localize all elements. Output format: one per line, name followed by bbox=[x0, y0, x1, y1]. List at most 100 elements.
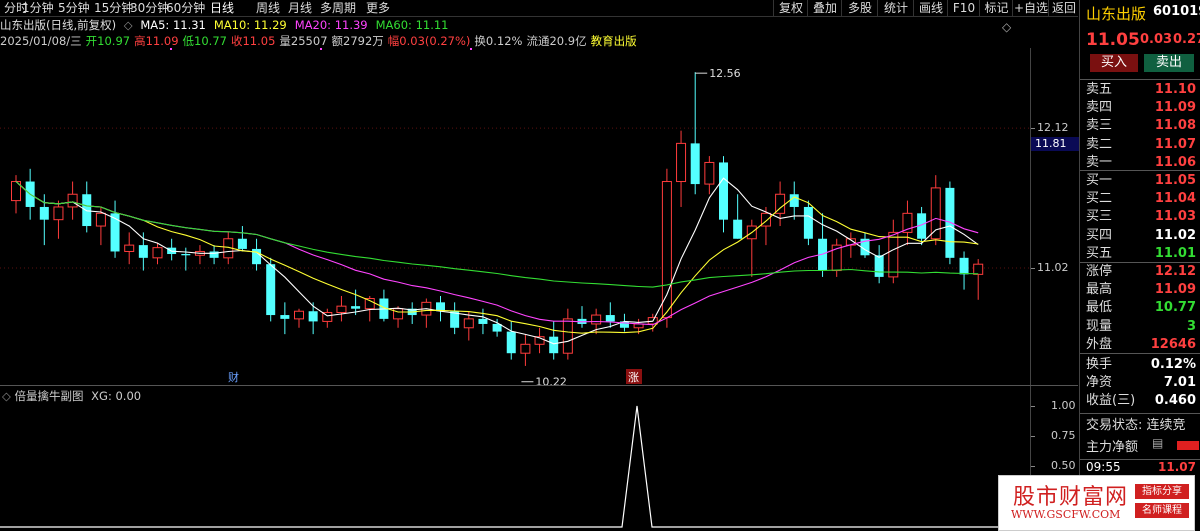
price-axis-label-0: 12.12 bbox=[1037, 121, 1069, 135]
stat-row-4: 外盘 12646 bbox=[1086, 335, 1198, 354]
period-10[interactable]: 更多 bbox=[366, 0, 390, 16]
price-change: 0.03 bbox=[1140, 32, 1173, 47]
candle-40 bbox=[577, 306, 587, 328]
sell-button[interactable]: 卖出 bbox=[1144, 54, 1194, 72]
toolbar-button-3[interactable]: 统计 bbox=[877, 0, 914, 16]
candle-10 bbox=[152, 242, 163, 265]
low-annotation: 10.22 bbox=[535, 376, 567, 385]
bar-info-1: 开10.97 bbox=[85, 34, 131, 48]
period-5[interactable]: 60分钟 bbox=[166, 0, 205, 16]
high-annotation: 12.56 bbox=[709, 67, 741, 80]
stat-row-0: 涨停 12.12 bbox=[1086, 262, 1198, 281]
candle-8 bbox=[124, 232, 135, 265]
candle-29 bbox=[421, 298, 432, 328]
fin-value-2: 0.460 bbox=[1154, 393, 1196, 409]
stat-value-4: 12646 bbox=[1150, 336, 1196, 352]
stat-label-1: 最高 bbox=[1086, 282, 1113, 298]
fin-label-0: 换手 bbox=[1086, 357, 1113, 372]
toolbar-button-8[interactable]: 返回 bbox=[1048, 0, 1079, 16]
bid-label-1: 买二 bbox=[1086, 191, 1113, 207]
period-6[interactable]: 日线 bbox=[210, 0, 234, 16]
period-2[interactable]: 5分钟 bbox=[58, 0, 90, 16]
current-price-tag: 11.81 bbox=[1031, 137, 1082, 151]
diamond-icon[interactable]: ◇ bbox=[1002, 20, 1011, 34]
marker-zhang: 涨 bbox=[628, 371, 639, 384]
stock-name: 山东出版 bbox=[1086, 5, 1147, 23]
list-icon[interactable]: ▤ bbox=[1152, 436, 1163, 450]
period-7[interactable]: 周线 bbox=[256, 0, 280, 16]
ask-row-0: 卖五 11.10 bbox=[1086, 80, 1198, 99]
trade-status: 交易状态: 连续竞 bbox=[1086, 418, 1186, 433]
candle-68 bbox=[973, 259, 984, 300]
candle-21 bbox=[308, 302, 318, 335]
indicator-chart[interactable] bbox=[0, 386, 1030, 531]
toolbar-button-1[interactable]: 叠加 bbox=[807, 0, 842, 16]
candle-2 bbox=[39, 194, 49, 246]
bid-row-0: 买一 11.05 bbox=[1086, 171, 1198, 190]
panel-separator-5 bbox=[1080, 459, 1200, 460]
period-1[interactable]: 1分钟 bbox=[22, 0, 54, 16]
period-9[interactable]: 多周期 bbox=[320, 0, 356, 16]
toolbar-button-5[interactable]: F10 bbox=[947, 0, 980, 16]
sub-axis-label-0: 1.00 bbox=[1051, 399, 1076, 412]
ask-label-3: 卖二 bbox=[1086, 136, 1113, 152]
period-3[interactable]: 15分钟 bbox=[94, 0, 133, 16]
candle-58 bbox=[831, 238, 842, 277]
bar-info-0: 2025/01/08/三 bbox=[0, 34, 82, 48]
buy-button[interactable]: 买入 bbox=[1090, 54, 1138, 72]
ask-row-1: 卖四 11.09 bbox=[1086, 98, 1198, 117]
toolbar-button-7[interactable]: +自选 bbox=[1012, 0, 1049, 16]
price-axis-label-1: 11.02 bbox=[1037, 261, 1069, 274]
candle-38 bbox=[549, 321, 559, 360]
candle-23 bbox=[336, 295, 347, 322]
ask-label-0: 卖五 bbox=[1086, 82, 1113, 97]
stat-label-4: 外盘 bbox=[1086, 336, 1113, 352]
ask-value-0: 11.10 bbox=[1154, 82, 1196, 97]
bar-info-8: 换0.12% bbox=[474, 34, 523, 48]
watermark-url: WWW.GSCFW.COM bbox=[1011, 508, 1121, 521]
fin-value-1: 7.01 bbox=[1163, 375, 1196, 391]
price-pct: 0.27% bbox=[1173, 32, 1200, 47]
kline-chart[interactable]: 12.56 10.22 财 涨 bbox=[0, 48, 1030, 385]
candle-5 bbox=[82, 181, 92, 233]
candle-48 bbox=[690, 72, 700, 195]
period-8[interactable]: 月线 bbox=[288, 0, 312, 16]
tick-price: 11.07 bbox=[1158, 460, 1196, 474]
xg-line bbox=[0, 405, 1030, 528]
bid-value-1: 11.04 bbox=[1154, 191, 1196, 207]
ma-label-0: MA5: 11.31 bbox=[140, 18, 206, 32]
candle-7 bbox=[110, 200, 120, 258]
watermark-tag1: 指标分享 bbox=[1135, 484, 1189, 499]
candle-3 bbox=[53, 200, 64, 239]
candle-53 bbox=[760, 206, 771, 246]
toolbar-button-0[interactable]: 复权 bbox=[773, 0, 808, 16]
bar-info-3: 低10.77 bbox=[182, 34, 227, 48]
candle-67 bbox=[959, 251, 969, 290]
stock-code: 601019 bbox=[1153, 4, 1200, 19]
candle-14 bbox=[209, 245, 219, 265]
bid-value-4: 11.01 bbox=[1154, 245, 1196, 261]
period-4[interactable]: 30分钟 bbox=[130, 0, 169, 16]
toolbar-button-2[interactable]: 多股 bbox=[841, 0, 878, 16]
toolbar-button-6[interactable]: 标记 bbox=[979, 0, 1013, 16]
candle-30 bbox=[436, 295, 445, 322]
fin-row-1: 净资 7.01 bbox=[1086, 373, 1198, 392]
bid-label-0: 买一 bbox=[1086, 173, 1113, 188]
stat-label-3: 现量 bbox=[1086, 318, 1113, 334]
panel-separator-1 bbox=[1080, 170, 1200, 171]
bid-label-2: 买三 bbox=[1086, 209, 1113, 225]
stat-value-0: 12.12 bbox=[1154, 264, 1196, 279]
toolbar-button-4[interactable]: 画线 bbox=[913, 0, 948, 16]
candle-16 bbox=[237, 226, 247, 252]
candle-36 bbox=[520, 334, 531, 366]
last-price: 11.05 bbox=[1086, 30, 1140, 50]
fin-row-2: 收益(三) 0.460 bbox=[1086, 391, 1198, 410]
dropdown-icon[interactable]: ◇ bbox=[124, 18, 133, 32]
panel-separator-0 bbox=[1080, 79, 1200, 80]
candle-19 bbox=[280, 302, 290, 335]
candle-46 bbox=[661, 168, 672, 328]
candle-13 bbox=[194, 245, 205, 265]
candle-42 bbox=[605, 302, 615, 328]
price-tick-0 bbox=[1031, 128, 1035, 130]
candle-4 bbox=[67, 181, 78, 220]
